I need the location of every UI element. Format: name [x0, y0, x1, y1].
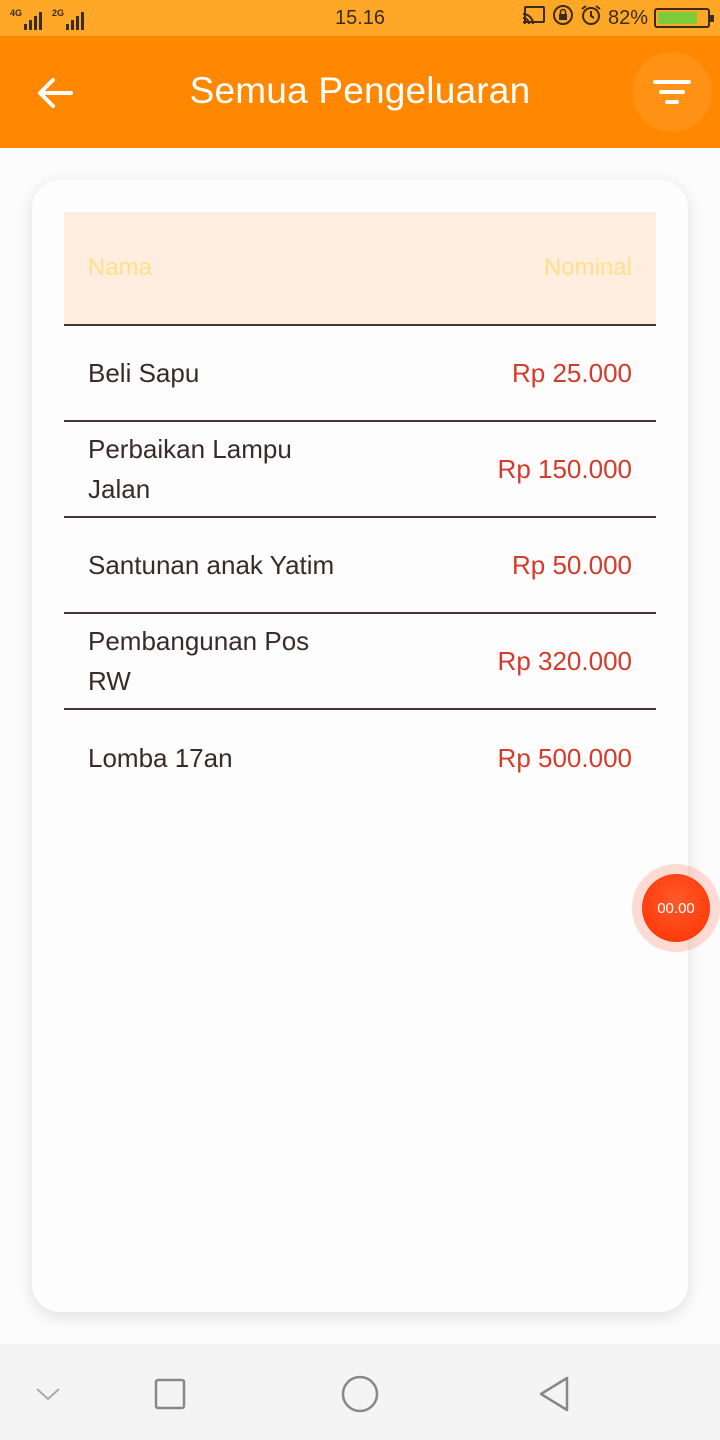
page-title: Semua Pengeluaran [189, 70, 531, 111]
floating-timer[interactable]: 00.00 [632, 864, 720, 952]
nav-recents-button[interactable] [150, 1374, 190, 1414]
chevron-down-icon [36, 1388, 60, 1401]
alarm-icon [580, 4, 602, 32]
timer-label: 00.00 [642, 874, 710, 942]
column-header-name: Nama [88, 254, 153, 281]
triangle-back-icon [539, 1376, 569, 1412]
nav-back-button[interactable] [534, 1374, 574, 1414]
table-header: Nama Nominal [64, 212, 656, 326]
filter-icon [653, 80, 691, 104]
battery-percent: 82% [607, 6, 648, 29]
table-row[interactable]: Pembangunan Pos RW Rp 320.000 [64, 614, 656, 710]
nav-home-button[interactable] [340, 1374, 380, 1414]
filter-button[interactable] [632, 52, 712, 132]
table-row[interactable]: Beli Sapu Rp 25.000 [64, 326, 656, 422]
rotation-lock-icon [552, 4, 574, 32]
expense-name: Beli Sapu [88, 358, 200, 388]
expense-amount: Rp 150.000 [497, 453, 632, 484]
column-header-amount: Nominal [543, 254, 632, 281]
expense-table: Nama Nominal Beli Sapu Rp 25.000 Perbaik… [64, 212, 656, 806]
expense-name: Pembangunan Pos RW [88, 626, 310, 696]
battery-icon [654, 8, 714, 28]
expense-amount: Rp 25.000 [512, 357, 632, 388]
nav-collapse-button[interactable] [28, 1374, 68, 1414]
system-nav-bar [0, 1344, 720, 1440]
status-bar: 4G 2G 15.16 82% [0, 0, 720, 36]
table-row[interactable]: Perbaikan Lampu Jalan Rp 150.000 [64, 422, 656, 518]
square-icon [154, 1378, 186, 1410]
table-row[interactable]: Lomba 17an Rp 500.000 [64, 710, 656, 806]
cast-icon [522, 5, 546, 31]
expense-amount: Rp 50.000 [512, 549, 632, 580]
expense-name: Lomba 17an [88, 743, 233, 773]
expense-card: Nama Nominal Beli Sapu Rp 25.000 Perbaik… [32, 180, 688, 1312]
expense-amount: Rp 500.000 [497, 742, 632, 773]
app-bar: Semua Pengeluaran [0, 36, 720, 148]
expense-name: Santunan anak Yatim [88, 550, 335, 580]
table-row[interactable]: Santunan anak Yatim Rp 50.000 [64, 518, 656, 614]
status-icons: 82% [522, 4, 714, 32]
expense-amount: Rp 320.000 [497, 645, 632, 676]
expense-name: Perbaikan Lampu Jalan [88, 434, 292, 504]
circle-icon [341, 1375, 379, 1413]
